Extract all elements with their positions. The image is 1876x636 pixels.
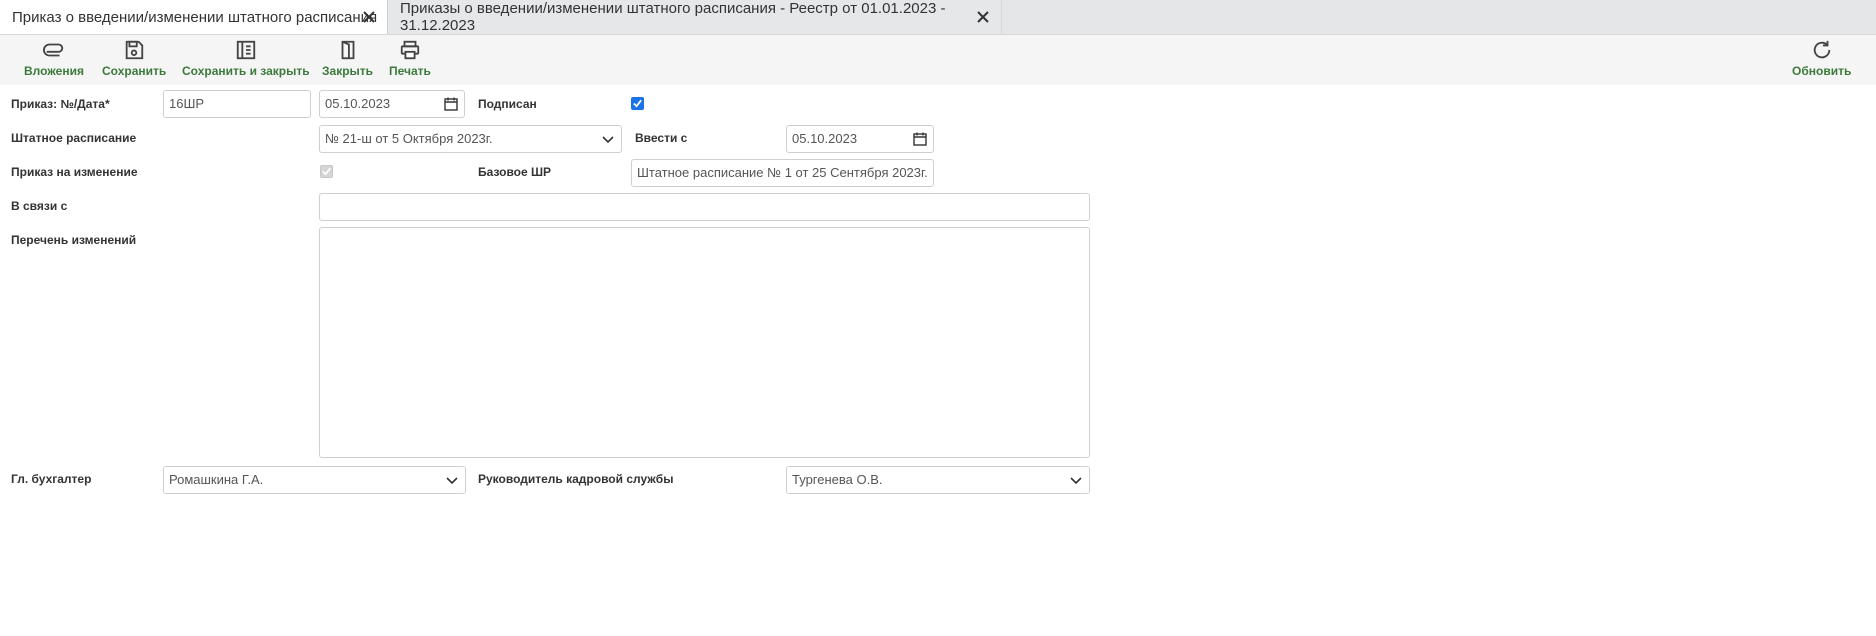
chevron-down-icon xyxy=(446,477,458,485)
effective-date-value: 05.10.2023 xyxy=(792,131,858,146)
signed-checkbox[interactable] xyxy=(631,97,644,110)
staff-schedule-select[interactable]: № 21-ш от 5 Октября 2023г. xyxy=(319,125,622,153)
close-icon[interactable] xyxy=(975,9,991,25)
refresh-label: Обновить xyxy=(1792,64,1852,78)
change-order-checkbox xyxy=(320,165,333,178)
chief-accountant-label: Гл. бухгалтер xyxy=(11,472,92,486)
hr-head-select[interactable]: Тургенева О.В. xyxy=(786,466,1090,494)
door-icon xyxy=(341,40,354,60)
refresh-icon xyxy=(1813,40,1830,59)
attachments-button[interactable]: Вложения xyxy=(24,39,84,83)
save-and-close-button[interactable]: Сохранить и закрыть xyxy=(182,39,310,83)
base-schedule-input[interactable]: Штатное расписание № 1 от 25 Сентября 20… xyxy=(631,159,934,187)
effective-date-label: Ввести с xyxy=(635,131,688,145)
print-button[interactable]: Печать xyxy=(389,39,431,83)
order-number-value: 16ШР xyxy=(169,96,205,111)
staff-schedule-value: № 21-ш от 5 Октября 2023г. xyxy=(325,131,493,146)
signed-label: Подписан xyxy=(478,97,537,111)
chief-accountant-value: Ромашкина Г.А. xyxy=(169,472,264,487)
change-order-label: Приказ на изменение xyxy=(11,165,138,179)
chevron-down-icon xyxy=(1070,477,1082,485)
floppy-disk-icon xyxy=(125,40,144,60)
save-button[interactable]: Сохранить xyxy=(102,39,166,83)
tab-bar: Приказ о введении/изменении штатного рас… xyxy=(0,0,1876,35)
save-label: Сохранить xyxy=(102,64,167,78)
base-schedule-label: Базовое ШР xyxy=(478,165,552,179)
hr-head-value: Тургенева О.В. xyxy=(792,472,883,487)
close-label: Закрыть xyxy=(322,64,374,78)
staff-schedule-label: Штатное расписание xyxy=(11,131,137,145)
save-close-icon xyxy=(236,40,255,60)
chief-accountant-select[interactable]: Ромашкина Г.А. xyxy=(163,466,466,494)
toolbar: Вложения Сохранить Сохранить и закрыть З… xyxy=(0,35,1876,85)
tab-label: Приказ о введении/изменении штатного рас… xyxy=(12,8,378,26)
effective-date-input[interactable]: 05.10.2023 xyxy=(786,125,934,153)
refresh-button[interactable]: Обновить xyxy=(1792,39,1851,83)
close-button[interactable]: Закрыть xyxy=(322,39,373,83)
base-schedule-value: Штатное расписание № 1 от 25 Сентября 20… xyxy=(637,165,928,180)
order-date-input[interactable]: 05.10.2023 xyxy=(319,90,465,118)
print-label: Печать xyxy=(389,64,431,78)
tab-label: Приказы о введении/изменении штатного ра… xyxy=(400,0,946,34)
close-icon[interactable] xyxy=(361,9,377,25)
save-and-close-label: Сохранить и закрыть xyxy=(182,64,310,78)
order-date-value: 05.10.2023 xyxy=(325,96,391,111)
hr-head-label: Руководитель кадровой службы xyxy=(478,472,674,486)
changes-list-textarea[interactable] xyxy=(319,227,1090,458)
printer-icon xyxy=(400,40,420,60)
tab-order-form[interactable]: Приказ о введении/изменении штатного рас… xyxy=(0,0,388,34)
order-number-input[interactable]: 16ШР xyxy=(163,90,311,118)
paperclip-icon xyxy=(43,43,64,57)
calendar-icon[interactable] xyxy=(913,132,927,146)
tab-orders-registry[interactable]: Приказы о введении/изменении штатного ра… xyxy=(388,0,1002,34)
reason-label: В связи с xyxy=(11,199,68,213)
chevron-down-icon xyxy=(602,136,614,144)
calendar-icon[interactable] xyxy=(444,97,458,111)
order-label: Приказ: №/Дата* xyxy=(11,97,110,111)
reason-input[interactable] xyxy=(319,193,1090,221)
changes-list-label: Перечень изменений xyxy=(11,233,137,247)
attachments-label: Вложения xyxy=(24,64,84,78)
